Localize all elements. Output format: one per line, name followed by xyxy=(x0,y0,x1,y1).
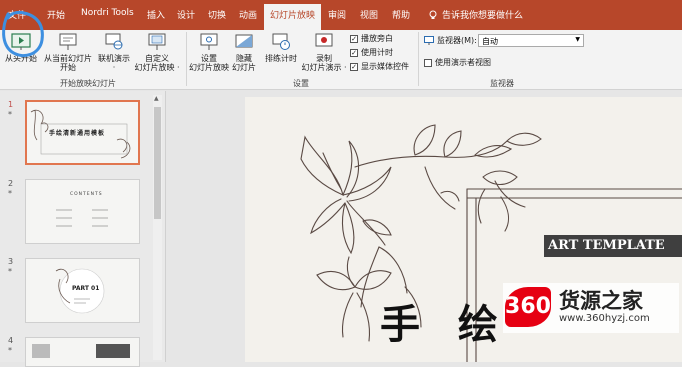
tell-me-text: 告诉我你想要做什么 xyxy=(442,11,524,21)
hide-slide-icon xyxy=(235,34,253,48)
record-label-2: 幻灯片演示 · xyxy=(301,63,347,72)
slide-thumbnail-2[interactable]: CONTENTS xyxy=(25,179,140,244)
record-slide-show-button[interactable]: 录制 幻灯片演示 · xyxy=(301,32,347,72)
hide-slide-label-1: 隐藏 xyxy=(236,54,252,63)
checkbox-unchecked-icon xyxy=(424,58,432,67)
play-narrations-checkbox[interactable]: ✓ 播放旁白 xyxy=(350,33,393,44)
checkbox-checked-icon: ✓ xyxy=(350,62,358,71)
chevron-down-icon: ▼ xyxy=(575,36,580,43)
watermark-name: 货源之家 xyxy=(559,289,643,313)
tab-transitions[interactable]: 切换 xyxy=(208,8,226,21)
custom-slide-show-button[interactable]: 自定义 幻灯片放映 · xyxy=(134,32,180,72)
from-current-label-2: 开始 xyxy=(60,63,76,72)
from-current-label-1: 从当前幻灯片 xyxy=(44,54,92,63)
checkbox-checked-icon: ✓ xyxy=(350,48,358,57)
tab-nordri-tools[interactable]: Nordri Tools xyxy=(81,8,134,18)
setup-label-2: 幻灯片放映 xyxy=(189,63,229,72)
group-separator xyxy=(186,32,187,86)
present-online-button[interactable]: 联机演示 · xyxy=(94,32,134,72)
hand-drawn-circle-annotation xyxy=(2,10,44,57)
custom-show-label-1: 自定义 xyxy=(145,54,169,63)
slide-star-2: * xyxy=(8,189,12,198)
monitor-select-value: 自动 xyxy=(482,37,498,46)
thumb-3-title: PART 01 xyxy=(72,285,100,292)
tab-view[interactable]: 视图 xyxy=(360,8,378,21)
slide-number-3: 3 xyxy=(8,257,14,266)
slide-number-1: 1 xyxy=(8,100,14,109)
tab-design[interactable]: 设计 xyxy=(177,8,195,21)
play-narrations-label: 播放旁白 xyxy=(361,34,393,43)
custom-show-label-2: 幻灯片放映 · xyxy=(134,63,180,72)
thumb-4-dark-block xyxy=(96,344,130,358)
rehearse-label: 排练计时 xyxy=(265,54,297,63)
presenter-view-label: 使用演示者视图 xyxy=(435,58,491,67)
scrollbar-thumb[interactable] xyxy=(154,107,161,219)
slide-thumbnail-4[interactable] xyxy=(25,337,140,367)
group-label-set-up: 设置 xyxy=(293,79,309,88)
set-up-slide-show-button[interactable]: 设置 幻灯片放映 xyxy=(188,32,230,72)
slide-number-4: 4 xyxy=(8,336,14,345)
tab-home[interactable]: 开始 xyxy=(47,8,65,21)
record-label-1: 录制 xyxy=(316,54,332,63)
rehearse-timer-icon xyxy=(272,33,290,50)
record-icon xyxy=(315,33,333,47)
monitor-icon xyxy=(424,36,434,45)
monitor-label-row: 监视器(M): xyxy=(424,35,477,46)
thumb-1-title: 手绘清新通用模板 xyxy=(49,130,106,137)
show-media-controls-checkbox[interactable]: ✓ 显示媒体控件 xyxy=(350,61,409,72)
watermark-logo: 360 xyxy=(505,287,551,327)
from-current-slide-button[interactable]: 从当前幻灯片 开始 xyxy=(44,32,92,72)
contents-list-icon xyxy=(56,209,108,227)
art-template-banner: ART TEMPLATE xyxy=(544,235,682,257)
slide-thumbnail-pane: 1 * 手绘清新通用模板 2 * CONTENTS 3 * PART 01 4 … xyxy=(0,91,166,367)
slideshow-current-icon xyxy=(59,33,77,50)
slide-title[interactable]: 手 绘 xyxy=(380,292,510,350)
group-label-monitors: 监视器 xyxy=(490,79,514,88)
tab-review[interactable]: 审阅 xyxy=(328,8,346,21)
slide-number-2: 2 xyxy=(8,179,14,188)
slide-star-3: * xyxy=(8,267,12,276)
group-label-start-slide-show: 开始放映幻灯片 xyxy=(60,79,116,88)
hide-slide-button[interactable]: 隐藏 幻灯片 xyxy=(230,32,258,72)
custom-show-icon xyxy=(148,33,166,50)
setup-label-1: 设置 xyxy=(201,54,217,63)
thumbnail-scrollbar[interactable]: ▲ xyxy=(153,95,162,360)
watermark: 360 货源之家 www.360hyzj.com xyxy=(503,283,679,333)
checkbox-checked-icon: ✓ xyxy=(350,34,358,43)
slide-thumbnail-3[interactable]: PART 01 xyxy=(25,258,140,323)
tell-me-box[interactable]: 告诉我你想要做什么 xyxy=(428,8,523,21)
group-separator xyxy=(418,32,419,86)
present-online-icon xyxy=(105,33,123,50)
monitor-select[interactable]: 自动 ▼ xyxy=(478,34,584,47)
thumb-4-image xyxy=(32,344,50,358)
lightbulb-icon xyxy=(429,10,437,19)
scroll-up-icon[interactable]: ▲ xyxy=(154,95,159,102)
show-media-controls-label: 显示媒体控件 xyxy=(361,62,409,71)
slide-star-4: * xyxy=(8,346,12,355)
slide-thumbnail-1[interactable]: 手绘清新通用模板 xyxy=(25,100,140,165)
hide-slide-label-2: 幻灯片 xyxy=(232,63,256,72)
present-online-label-1: 联机演示 xyxy=(98,54,130,63)
presenter-view-checkbox[interactable]: 使用演示者视图 xyxy=(424,57,491,68)
ribbon-slide-show: 从头开始 从当前幻灯片 开始 联机演示 · 自定义 幻灯片放映 · 开始放映幻灯… xyxy=(0,10,682,90)
use-timings-label: 使用计时 xyxy=(361,48,393,57)
monitor-label: 监视器(M): xyxy=(437,36,477,45)
slide-star-1: * xyxy=(8,110,12,119)
ribbon-tab-bar: 文件 开始 Nordri Tools 插入 设计 切换 动画 幻灯片放映 审阅 … xyxy=(0,0,682,30)
tab-slide-show[interactable]: 幻灯片放映 xyxy=(264,4,322,30)
use-timings-checkbox[interactable]: ✓ 使用计时 xyxy=(350,47,393,58)
tab-insert[interactable]: 插入 xyxy=(147,8,165,21)
rehearse-timings-button[interactable]: 排练计时 xyxy=(261,32,301,63)
present-online-label-2: · xyxy=(112,63,116,72)
setup-show-icon xyxy=(200,33,218,50)
watermark-url: www.360hyzj.com xyxy=(559,313,650,324)
tab-animations[interactable]: 动画 xyxy=(239,8,257,21)
tab-help[interactable]: 帮助 xyxy=(392,8,410,21)
